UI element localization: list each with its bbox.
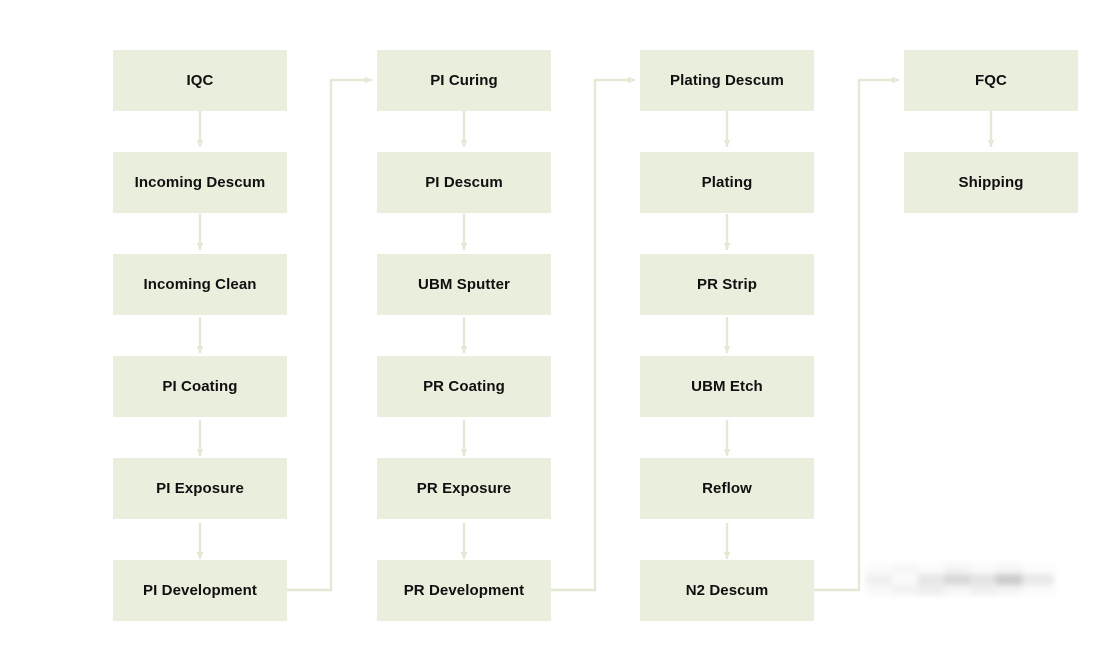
node-label: PI Coating [162, 377, 238, 395]
node-incoming-descum[interactable]: Incoming Descum [113, 152, 287, 213]
elbow-pr-development-to-plating-descum [551, 76, 636, 592]
node-label: FQC [975, 71, 1007, 89]
node-label: UBM Etch [691, 377, 763, 395]
node-label: Reflow [702, 479, 752, 497]
node-label: PI Development [143, 581, 257, 599]
node-pr-exposure[interactable]: PR Exposure [377, 458, 551, 519]
node-label: PR Strip [697, 275, 757, 293]
node-incoming-clean[interactable]: Incoming Clean [113, 254, 287, 315]
node-label: PI Descum [425, 173, 503, 191]
node-label: PI Curing [430, 71, 498, 89]
node-label: PR Development [403, 581, 525, 599]
node-pr-strip[interactable]: PR Strip [640, 254, 814, 315]
node-n2-descum[interactable]: N2 Descum [640, 560, 814, 621]
node-label: PR Exposure [416, 479, 512, 497]
node-label: Plating Descum [670, 71, 784, 89]
node-shipping[interactable]: Shipping [904, 152, 1078, 213]
node-label: Shipping [958, 173, 1024, 191]
node-ubm-etch[interactable]: UBM Etch [640, 356, 814, 417]
elbow-n2-descum-to-fqc [814, 76, 900, 592]
node-label: PI Exposure [156, 479, 244, 497]
node-fqc[interactable]: FQC [904, 50, 1078, 111]
node-label: Incoming Descum [134, 173, 266, 191]
node-label: IQC [186, 71, 214, 89]
node-pi-coating[interactable]: PI Coating [113, 356, 287, 417]
node-label: Plating [701, 173, 753, 191]
node-pr-development[interactable]: PR Development [377, 560, 551, 621]
elbow-pi-development-to-pi-curing [287, 76, 373, 592]
node-plating[interactable]: Plating [640, 152, 814, 213]
node-plating-descum[interactable]: Plating Descum [640, 50, 814, 111]
node-label: UBM Sputter [418, 275, 510, 293]
node-pi-development[interactable]: PI Development [113, 560, 287, 621]
node-pr-coating[interactable]: PR Coating [377, 356, 551, 417]
redacted-watermark-block [866, 563, 1054, 595]
node-label: Incoming Clean [143, 275, 257, 293]
node-reflow[interactable]: Reflow [640, 458, 814, 519]
node-label: PR Coating [423, 377, 505, 395]
flowchart-canvas: IQC Incoming Descum Incoming Clean PI Co… [0, 0, 1116, 671]
node-label: N2 Descum [685, 581, 769, 599]
node-pi-curing[interactable]: PI Curing [377, 50, 551, 111]
node-pi-exposure[interactable]: PI Exposure [113, 458, 287, 519]
node-iqc[interactable]: IQC [113, 50, 287, 111]
node-ubm-sputter[interactable]: UBM Sputter [377, 254, 551, 315]
node-pi-descum[interactable]: PI Descum [377, 152, 551, 213]
